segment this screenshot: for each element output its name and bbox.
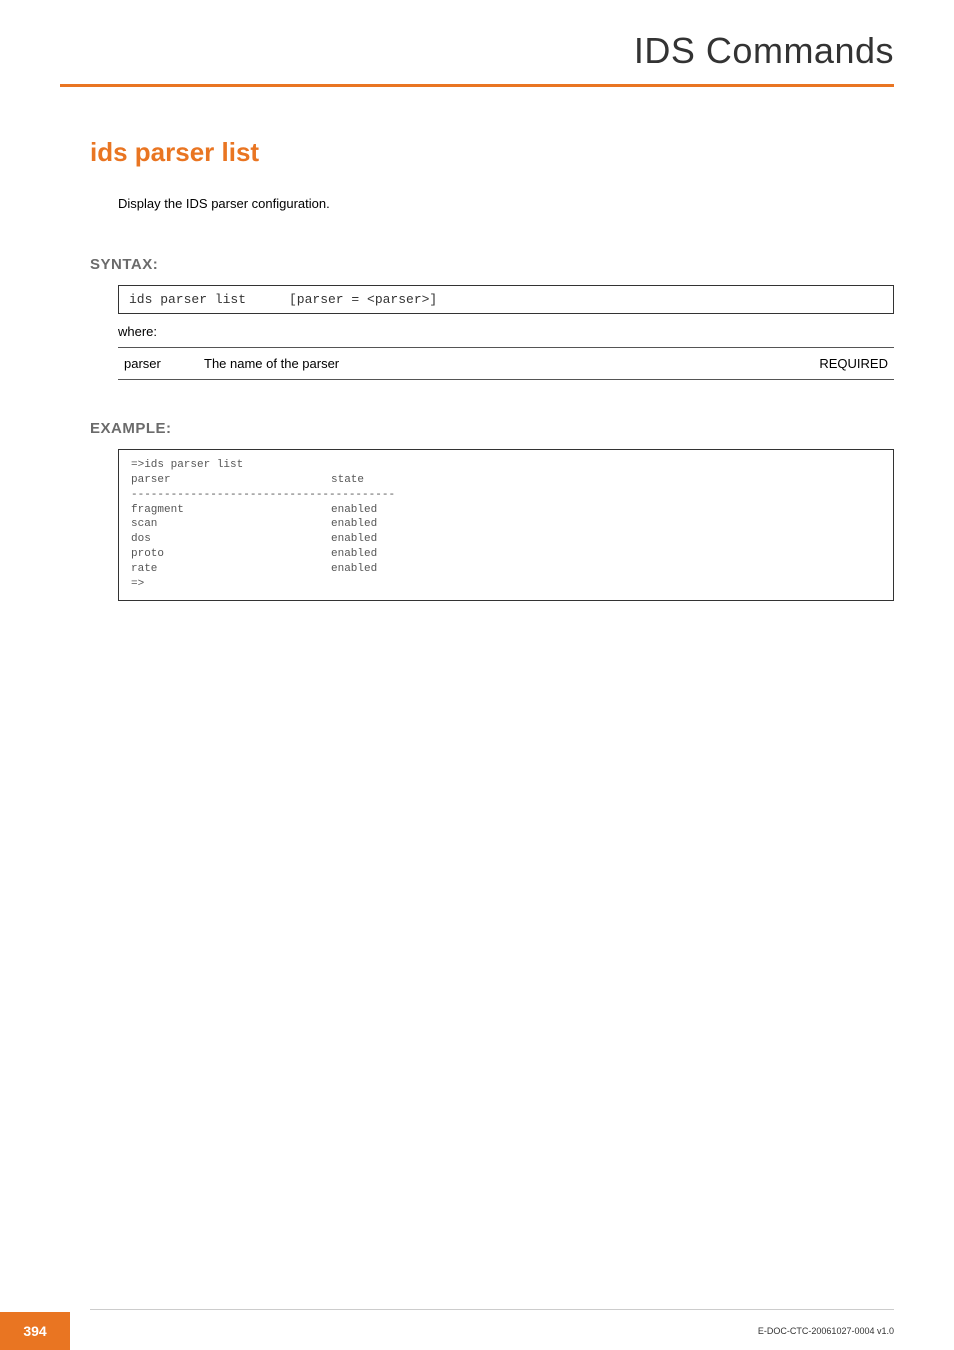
- example-colhead-parser: parser: [131, 473, 331, 488]
- command-title: ids parser list: [90, 137, 894, 168]
- page-header: IDS Commands: [0, 0, 954, 87]
- param-description: The name of the parser: [198, 348, 794, 380]
- page-footer: 394 E-DOC-CTC-20061027-0004 v1.0: [0, 1310, 954, 1350]
- syntax-command: ids parser list: [129, 292, 289, 307]
- example-end-prompt: =>: [131, 578, 144, 590]
- example-label: EXAMPLE:: [90, 420, 894, 437]
- example-row-state: enabled: [331, 563, 377, 575]
- example-row-name: rate: [131, 562, 331, 577]
- example-row-name: dos: [131, 532, 331, 547]
- command-description: Display the IDS parser configuration.: [118, 196, 894, 211]
- syntax-args: [parser = <parser>]: [289, 292, 437, 307]
- param-required: REQUIRED: [794, 348, 894, 380]
- example-prompt: =>ids parser list: [131, 459, 243, 471]
- table-row: parser The name of the parser REQUIRED: [118, 348, 894, 380]
- example-row-name: proto: [131, 547, 331, 562]
- example-row-state: enabled: [331, 533, 377, 545]
- example-row-state: enabled: [331, 548, 377, 560]
- syntax-box: ids parser list[parser = <parser>]: [118, 285, 894, 314]
- where-label: where:: [118, 324, 894, 339]
- document-code: E-DOC-CTC-20061027-0004 v1.0: [758, 1326, 894, 1336]
- param-name: parser: [118, 348, 198, 380]
- example-row-state: enabled: [331, 518, 377, 530]
- example-section: EXAMPLE: =>ids parser list parserstate -…: [90, 420, 894, 601]
- page-number-badge: 394: [0, 1312, 70, 1350]
- parameter-table: parser The name of the parser REQUIRED: [118, 347, 894, 380]
- example-box: =>ids parser list parserstate ----------…: [118, 449, 894, 601]
- example-row-name: fragment: [131, 503, 331, 518]
- header-title: IDS Commands: [60, 30, 894, 84]
- example-row-name: scan: [131, 517, 331, 532]
- syntax-label: SYNTAX:: [90, 256, 894, 273]
- example-row-state: enabled: [331, 504, 377, 516]
- content-area: ids parser list Display the IDS parser c…: [0, 87, 954, 601]
- header-divider: [60, 84, 894, 87]
- example-divider: ----------------------------------------: [131, 489, 395, 501]
- example-colhead-state: state: [331, 474, 364, 486]
